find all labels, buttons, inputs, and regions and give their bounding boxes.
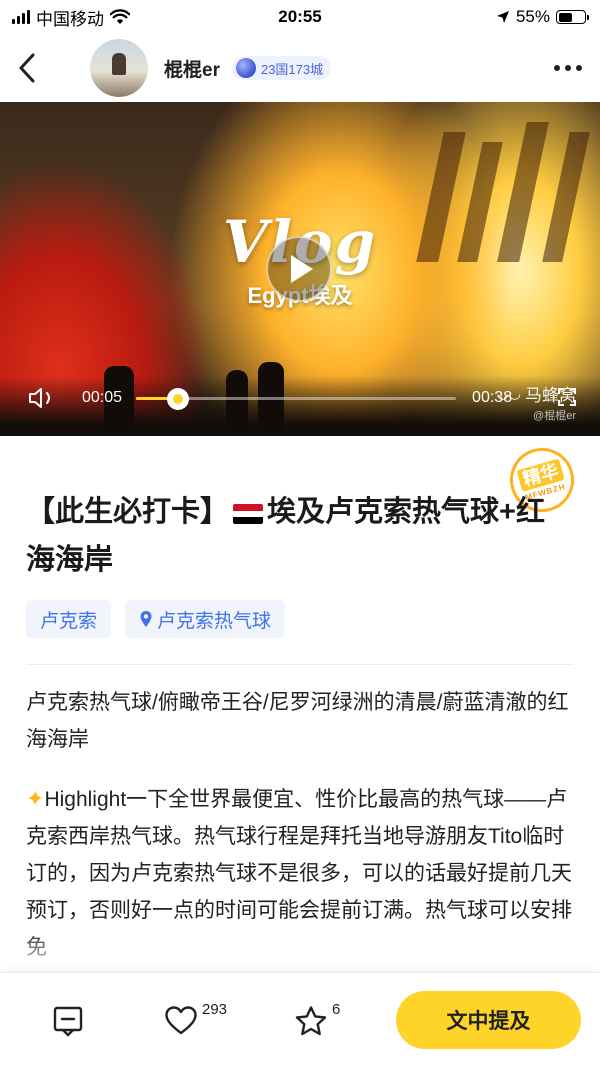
- balloon-stripe: [457, 142, 503, 262]
- star-sparkle-icon: ✦: [26, 786, 45, 811]
- video-player[interactable]: Vlog Egypt埃及 00:05 00:38 ◡◡ 马蜂窝 @棍棍er: [0, 102, 600, 436]
- article-title: 【此生必打卡】 埃及卢克索热气球+红海海岸: [26, 488, 566, 584]
- status-right: 55%: [496, 7, 589, 27]
- heart-icon: [165, 1006, 197, 1035]
- cellular-signal-icon: [12, 10, 30, 24]
- play-icon: [291, 255, 313, 283]
- star-icon: [295, 1006, 327, 1036]
- top-nav: 棍棍er 23国173城: [0, 34, 600, 102]
- avatar[interactable]: [90, 39, 148, 97]
- fullscreen-icon[interactable]: [558, 388, 576, 406]
- clock: 20:55: [278, 7, 322, 26]
- status-left: 中国移动: [12, 5, 130, 30]
- more-dot: [576, 65, 582, 71]
- chevron-left-icon: [19, 53, 35, 83]
- content-fade: [0, 930, 600, 972]
- tag-luxor-balloon[interactable]: 卢克索热气球: [125, 600, 286, 638]
- comment-button[interactable]: [52, 1005, 84, 1037]
- play-button[interactable]: [266, 236, 332, 302]
- comment-icon: [53, 1006, 83, 1037]
- more-options-button[interactable]: [554, 57, 582, 79]
- bottom-action-bar: 293 6 文中提及: [0, 972, 600, 1067]
- back-button[interactable]: [18, 48, 54, 88]
- divider: [26, 664, 574, 665]
- like-count: 293: [202, 1001, 228, 1018]
- balloon-stripe: [497, 122, 549, 262]
- volume-icon[interactable]: [28, 386, 56, 410]
- carrier-name: 中国移动: [36, 9, 104, 29]
- progress-knob[interactable]: [166, 387, 189, 410]
- user-name[interactable]: 棍棍er: [164, 55, 220, 82]
- battery-icon: [556, 10, 589, 24]
- mentioned-in-article-button[interactable]: 文中提及: [396, 991, 581, 1049]
- wifi-icon: [110, 9, 130, 24]
- tag-luxor[interactable]: 卢克索: [26, 600, 112, 638]
- location-arrow-icon: [496, 11, 509, 23]
- egypt-flag-icon: [233, 504, 264, 524]
- favorite-button[interactable]: 6: [294, 1001, 340, 1037]
- article-summary: 卢克索热气球/俯瞰帝王谷/尼罗河绿洲的清晨/蔚蓝清澈的红海海岸: [26, 691, 569, 751]
- favorite-count: 6: [332, 1001, 341, 1018]
- current-time: 00:05: [82, 389, 123, 406]
- more-dots-icon: [554, 65, 560, 71]
- status-bar: 中国移动 20:55 55%: [0, 0, 600, 34]
- tag-label: 卢克索热气球: [157, 610, 272, 632]
- article-title-prefix: 【此生必打卡】: [26, 496, 230, 528]
- more-dot: [565, 65, 571, 71]
- bee-logo-icon: ◡◡: [496, 385, 521, 401]
- city-count-badge[interactable]: 23国173城: [231, 56, 332, 80]
- battery-percent: 55%: [515, 7, 550, 26]
- watermark-user: @棍棍er: [533, 410, 576, 422]
- tag-list: 卢克索 卢克索热气球: [26, 600, 286, 638]
- globe-icon: [235, 58, 256, 78]
- city-count-label: 23国173城: [260, 61, 324, 77]
- balloon-stripe: [542, 132, 590, 262]
- location-pin-icon: [140, 611, 152, 627]
- balloon-stripe: [416, 132, 466, 262]
- progress-slider[interactable]: [136, 387, 457, 410]
- like-button[interactable]: 293: [164, 1001, 227, 1035]
- tag-label: 卢克索: [40, 610, 98, 632]
